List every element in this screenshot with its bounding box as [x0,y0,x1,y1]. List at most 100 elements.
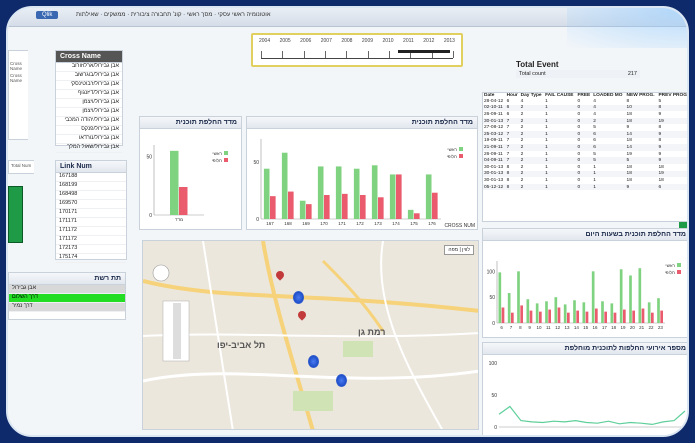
year-timeline-slider[interactable]: 2004 2005 2006 2007 2008 2009 2010 2011 2012 2013 [251,33,463,67]
table-column-header[interactable]: PREV PROG [657,93,687,98]
cross-name-listbox[interactable]: Cross Name אבן גבירול/ארלוזורוב אבן גבירו… [55,50,123,153]
small-chart-svg: 0 50 מדד ראשי חלופי [146,145,228,222]
table-cell: 9 [657,157,687,164]
cross-name-item[interactable]: אבן גבירול/יהודה המכבי [56,117,122,126]
timeline-year-label[interactable]: 2009 [362,38,373,48]
link-num-item[interactable]: 171171 [56,218,126,227]
table-cell: 2 [520,125,524,131]
table-row[interactable]: 30-01-13 8 2 1 0 1 18 18 [483,177,687,184]
table-cell: 2 [520,164,524,170]
cross-name-item[interactable]: אבן גבירול/ז'בוטינסקי [56,81,122,90]
small-chart-title: מדד החלפת תוכנית [140,117,241,129]
table-cell: 2 [519,130,545,138]
timeline-year-label[interactable]: 2007 [321,38,332,48]
table-row[interactable]: 04-09-11 7 2 1 0 5 5 9 [483,157,687,164]
table-cell: 18 [658,164,664,170]
x-tick-label: 23 [658,325,664,330]
map-label-ramat-gan: רמת גן [358,327,386,337]
timeline-year-label[interactable]: 2011 [403,38,414,48]
map-cluster-marker[interactable] [308,355,319,368]
map-type-map[interactable]: מפה [448,247,458,253]
cross-name-item[interactable]: אבן גבירול/דיזנגוף [56,90,122,99]
table-cell: 8 [505,170,520,178]
table-column-header[interactable]: NEW PROG. [626,93,658,98]
cross-name-item[interactable]: אבן גבירול/בוגרשוב [56,72,122,81]
link-num-item[interactable]: 170171 [56,209,126,218]
timeline-year-label[interactable]: 2008 [341,38,352,48]
timeline-tick [282,51,284,58]
table-row[interactable]: 30-01-13 7 2 1 0 2 18 19 [483,117,687,125]
table-cell: 0 [576,104,593,112]
timeline-selection-handle[interactable] [398,50,450,53]
table-row[interactable]: 30-01-13 8 2 1 0 1 18 18 [483,164,687,171]
cross-name-item[interactable]: אבן גבירול/שאול המלך [56,144,122,153]
map-panel[interactable]: לווין | מפה תל אביב-יפו רמת גן [142,240,479,430]
subnet-listbox[interactable]: תת רשת אבן גבירול דרך השלום דרך נמיר [8,272,126,320]
bar-primary [563,304,567,323]
table-row[interactable]: 02-10-11 6 2 1 0 4 10 8 [483,104,687,112]
link-num-item[interactable]: 168498 [56,191,126,200]
timeline-year-label[interactable]: 2006 [300,38,311,48]
table-cell: 0 [577,125,581,131]
table-row[interactable]: 05-12-12 8 2 1 0 1 9 6 [483,183,687,191]
link-num-item[interactable]: 171172 [56,227,126,236]
timeline-year-label[interactable]: 2013 [444,38,455,48]
table-cell: 19 [657,117,687,125]
map-type-satellite[interactable]: לווין [462,247,470,253]
cross-name-header: Cross Name [56,51,122,63]
table-column-header[interactable]: Hour [506,93,520,98]
legend-label: חלופי [665,270,675,275]
cross-name-item[interactable]: אבן גבירול/ויצמן [56,99,122,108]
timeline-year-label[interactable]: 2005 [280,38,291,48]
app-tab[interactable]: Qlik [36,11,59,19]
table-row[interactable]: 26-09-11 6 2 1 0 4 18 9 [483,111,687,118]
table-row[interactable]: 19-09-11 7 2 1 0 6 18 8 [483,138,687,145]
cross-name-item[interactable]: אבן גבירול/נורדאו [56,135,122,144]
table-cell: 1 [545,177,548,183]
hours-chart-title: מדד החלפת תוכנית בשעות היום [483,229,687,241]
table-row[interactable]: 27-08-12 7 2 1 0 5 9 8 [483,124,687,131]
x-tick-label: 19 [620,325,626,330]
y-tick-label: 50 [146,155,152,161]
y-tick-label: 0 [492,321,495,327]
cross-name-item[interactable]: אבן גבירול/פנקס [56,126,122,135]
link-num-item[interactable]: 168199 [56,182,126,191]
table-row[interactable]: 25-03-12 7 2 1 0 6 14 9 [483,130,687,138]
cross-name-item[interactable]: אבן גבירול/ארלוזורוב [56,63,122,72]
sheet-tabs[interactable]: אוטונומיה ראשי עסקי · מסך ראשי · קונ' תח… [76,12,271,18]
link-num-listbox[interactable]: Link Num 167188 168199 168498 169570 170171 1… [55,160,127,263]
map-cluster-marker[interactable] [293,291,304,304]
table-column-header[interactable]: Day Type [520,93,544,98]
link-num-item[interactable]: 175174 [56,254,126,263]
cross-name-item[interactable]: אבן גבירול/ויצמן [56,108,122,117]
map-type-toggle[interactable]: לווין | מפה [444,245,474,255]
table-column-header[interactable]: FAIL CAUSE [544,93,576,98]
events-table-panel[interactable]: Date Hour Day Type FAIL CAUSE FREE LOADED MO N… [482,92,687,222]
table-row[interactable]: 26-09-11 7 2 1 0 5 19 9 [483,151,687,158]
link-num-item[interactable]: 172173 [56,245,126,254]
map-cluster-marker[interactable] [336,374,347,387]
y-tick-label: 100 [487,269,496,275]
link-num-item[interactable]: 171172 [56,236,126,245]
link-num-item[interactable]: 167188 [56,173,126,182]
bar-primary [610,303,614,323]
link-num-item[interactable]: 169570 [56,200,126,209]
subnet-item[interactable]: דרך השלום [9,294,125,303]
timeline-year-label[interactable]: 2010 [382,38,393,48]
table-row[interactable]: 30-01-13 8 2 1 0 1 18 19 [483,170,687,178]
table-cell: 7 [505,144,520,151]
table-row[interactable]: 21-09-11 7 2 1 0 6 14 9 [483,144,687,151]
link-num-side: Total Num [8,160,34,174]
bar-primary [647,302,651,323]
legend-swatch [459,147,463,151]
table-cell: 0 [576,157,593,164]
table-column-header[interactable]: FREE [576,93,592,98]
timeline-year-label[interactable]: 2004 [259,38,270,48]
table-row[interactable]: 28-04-12 6 4 1 0 4 8 5 [483,98,687,105]
expand-left-arrow[interactable] [8,186,23,243]
subnet-item[interactable]: אבן גבירול [9,285,125,294]
timeline-year-label[interactable]: 2012 [423,38,434,48]
subnet-item[interactable]: דרך נמיר [9,303,125,312]
table-column-header[interactable]: LOADED MO [592,93,625,98]
subnet-items: אבן גבירול דרך השלום דרך נמיר [9,285,125,312]
